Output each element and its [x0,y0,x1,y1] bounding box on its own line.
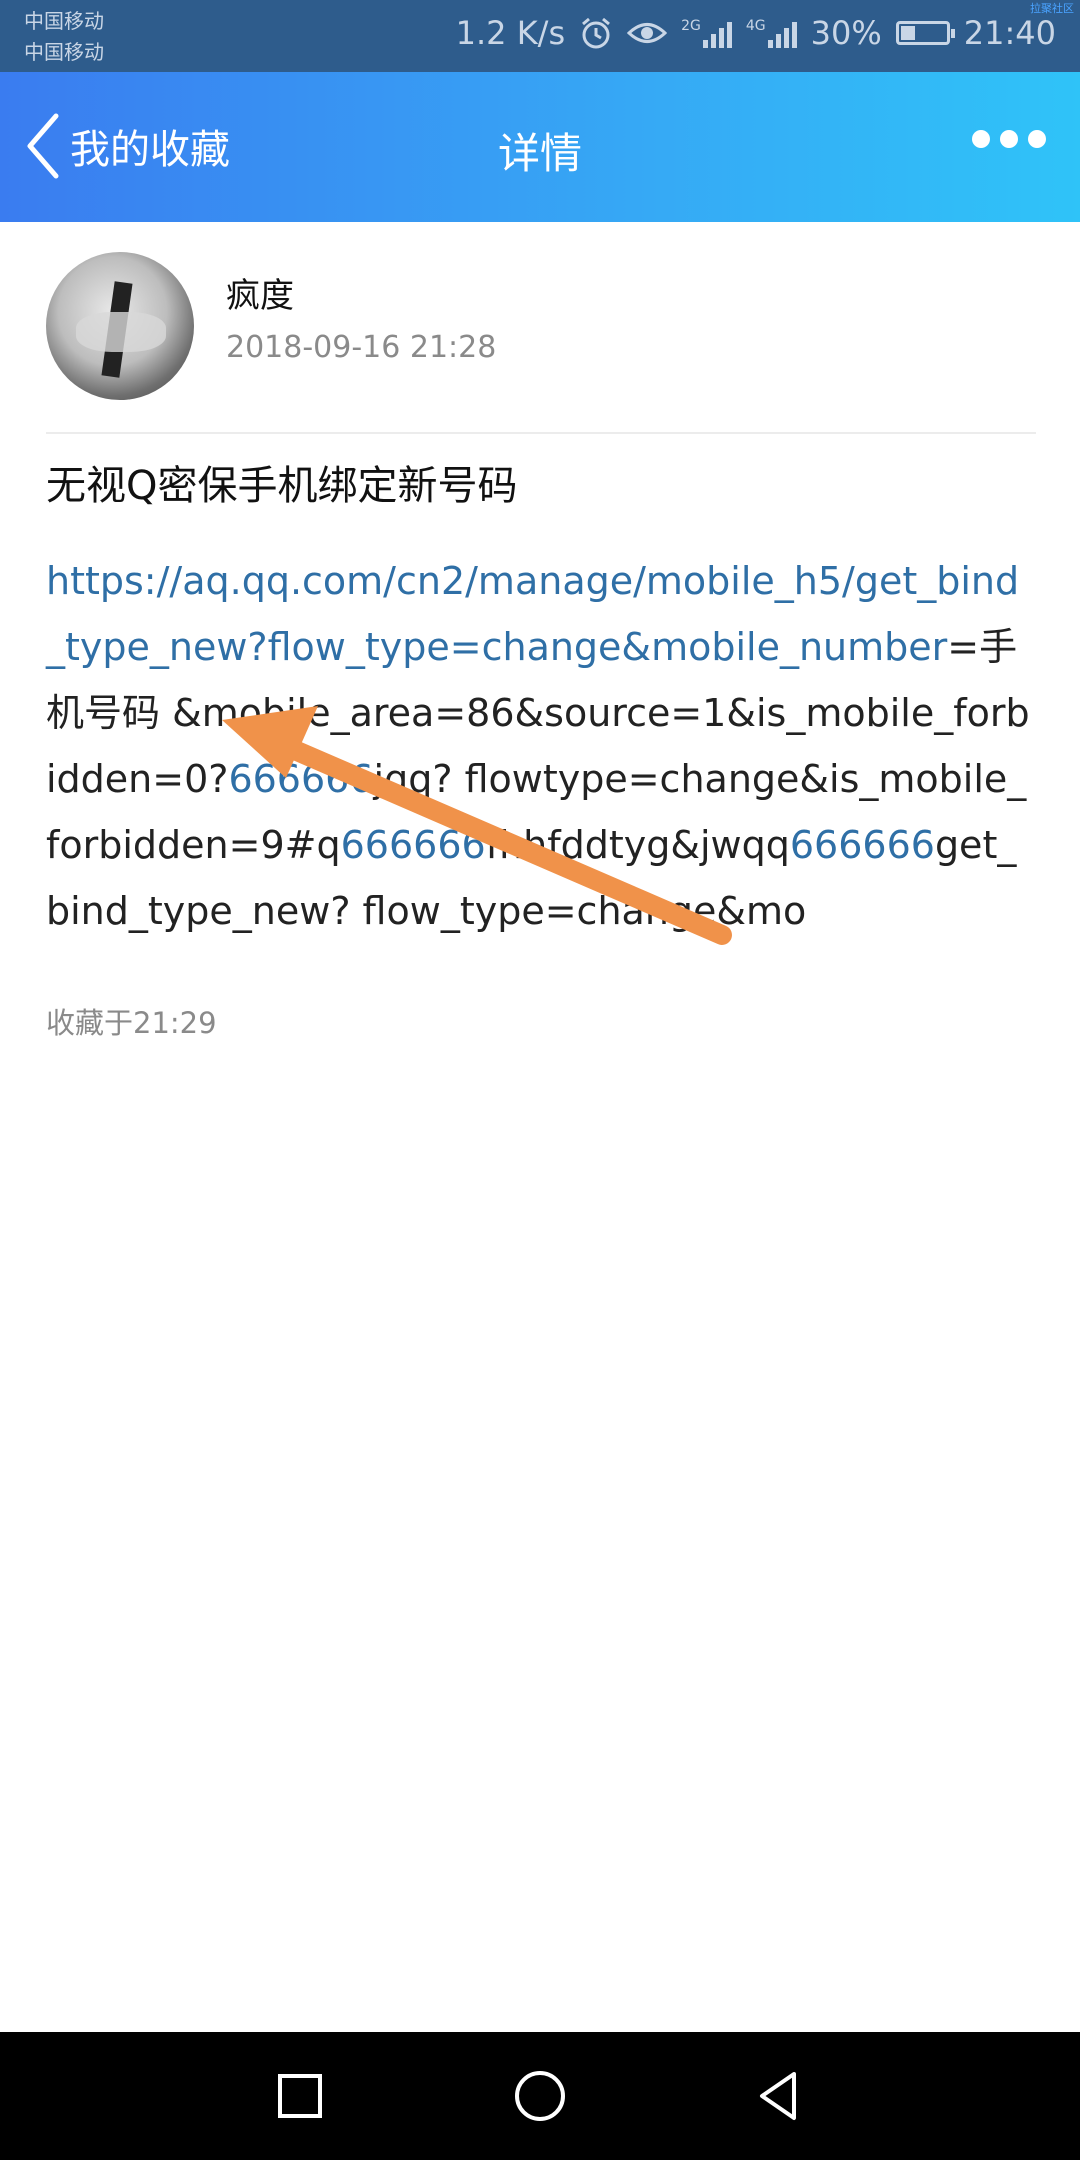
system-nav-bar [0,2032,1080,2160]
avatar[interactable] [46,252,194,400]
clock: 21:40 [963,14,1056,52]
app-header: 我的收藏 详情 [0,72,1080,222]
page-title: 详情 [497,129,582,178]
post-title: 无视Q密保手机绑定新号码 [46,463,518,509]
post-detail: 疯度 2018-09-16 21:28 无视Q密保手机绑定新号码 https:/… [46,222,1036,1042]
saved-timestamp: 收藏于21:29 [46,1006,217,1040]
post-link-4[interactable]: 666666 [790,823,935,867]
square-icon [278,2074,322,2118]
post-link-3[interactable]: 666666 [341,823,486,867]
status-indicators: 1.2 K/s 2G 4G 30% 21:40 [456,14,1056,52]
post-timestamp: 2018-09-16 21:28 [226,330,497,365]
battery-percent: 30% [810,14,882,52]
signal-1-icon: 2G [681,18,732,48]
signal-1-type: 2G [681,18,701,34]
signal-2-type: 4G [745,18,766,34]
author-section: 疯度 2018-09-16 21:28 [46,222,1036,432]
recent-apps-button[interactable] [268,2064,332,2128]
carrier-2: 中国移动 [24,40,104,64]
status-bar: 中国移动 中国移动 拉聚社区 1.2 K/s 2G 4G 30% 21:40 [0,0,1080,72]
signal-2-icon: 4G [746,18,797,48]
carrier-1: 中国移动 [24,9,104,33]
home-button[interactable] [508,2064,572,2128]
divider [46,432,1036,434]
post-link-2[interactable]: 666666 [228,757,373,801]
battery-fill [900,26,916,40]
battery-icon [895,21,955,45]
circle-icon [515,2071,565,2121]
nav-back-button[interactable] [748,2064,812,2128]
alarm-icon [582,17,611,49]
triangle-back-icon [760,2072,796,2120]
author-name[interactable]: 疯度 [226,268,294,317]
post-body: https://aq.qq.com/cn2/manage/mobile_h5/g… [46,548,1036,944]
post-text-3: fhhfddtyg&jwqq [485,823,790,867]
post-link-1[interactable]: https://aq.qq.com/cn2/manage/mobile_h5/g… [46,559,1019,669]
carrier-info: 中国移动 中国移动 [24,6,104,68]
more-dots-icon[interactable] [972,130,1046,148]
eye-icon [627,23,668,43]
net-speed: 1.2 K/s [455,14,566,52]
